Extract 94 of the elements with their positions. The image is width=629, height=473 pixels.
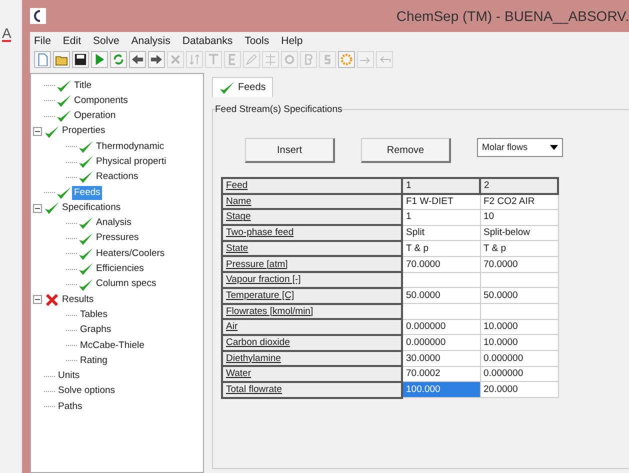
- row-label: Pressure [atm]: [222, 256, 402, 272]
- save-icon: [74, 53, 87, 66]
- sort-icon: [188, 53, 201, 66]
- save-button[interactable]: [72, 51, 89, 68]
- column-header: 2: [480, 178, 558, 194]
- o-icon: [283, 53, 296, 66]
- tree-item[interactable]: Units: [56, 369, 82, 384]
- tree-item[interactable]: Reactions: [94, 170, 140, 185]
- right-arrow-button[interactable]: [148, 51, 165, 68]
- menu-item[interactable]: Help: [281, 34, 303, 47]
- menu-item[interactable]: Solve: [93, 34, 120, 47]
- column-header: 1: [402, 178, 480, 194]
- table-cell[interactable]: 10: [480, 209, 558, 226]
- table-cell[interactable]: 100.000: [402, 382, 480, 398]
- tree-item[interactable]: Paths: [56, 400, 84, 414]
- insert-button[interactable]: Insert: [245, 138, 335, 163]
- tree-item[interactable]: Column specs: [94, 277, 158, 292]
- table-cell[interactable]: Split-below: [480, 225, 558, 241]
- tree-item[interactable]: Analysis: [94, 216, 134, 230]
- table-cell[interactable]: 0.000000: [480, 350, 558, 366]
- left-arrow-button[interactable]: [129, 51, 146, 68]
- column-header: Feed: [222, 178, 402, 194]
- menu-item[interactable]: File: [34, 34, 51, 47]
- table-cell[interactable]: 0.000000: [402, 319, 480, 335]
- menu-item[interactable]: Databanks: [182, 34, 233, 47]
- dropdown-caret-icon: [550, 145, 558, 150]
- table-cell[interactable]: [402, 304, 480, 320]
- table-cell[interactable]: 30.0000: [402, 350, 480, 366]
- pencil-icon: [245, 53, 258, 66]
- table-cell[interactable]: 70.0000: [480, 256, 558, 272]
- tree-item[interactable]: Heaters/Coolers: [94, 246, 167, 262]
- table-cell[interactable]: Split: [402, 225, 480, 241]
- app-icon[interactable]: [30, 8, 46, 24]
- collapse-icon[interactable]: [33, 204, 42, 213]
- b-icon: [302, 53, 315, 66]
- tree-item[interactable]: Thermodynamic: [94, 140, 166, 154]
- open-folder-button[interactable]: [53, 51, 70, 68]
- row-label: Stage: [222, 209, 402, 226]
- check-icon: [219, 80, 235, 94]
- left-arrow-icon: [131, 53, 144, 66]
- collapse-icon[interactable]: [33, 127, 42, 136]
- flow-basis-dropdown[interactable]: Molar flows: [477, 138, 563, 157]
- table-cell[interactable]: 50.0000: [480, 288, 558, 304]
- table-cell[interactable]: [480, 304, 558, 320]
- refresh-button[interactable]: [110, 51, 127, 68]
- tree-item[interactable]: Graphs: [78, 323, 114, 338]
- tab[interactable]: Feeds: [212, 77, 273, 97]
- table-cell[interactable]: 70.0000: [402, 256, 480, 272]
- tree-item[interactable]: Title: [72, 78, 94, 93]
- gear-icon: [340, 53, 353, 66]
- row-label: Air: [222, 319, 402, 335]
- tree-item[interactable]: Physical properti: [94, 155, 168, 170]
- new-document-icon: [36, 53, 49, 66]
- tree-item[interactable]: Specifications: [60, 200, 123, 216]
- table-cell[interactable]: 1: [402, 209, 480, 226]
- tree-item[interactable]: Operation: [72, 109, 118, 124]
- table-cell[interactable]: 10.0000: [480, 334, 558, 351]
- table-cell[interactable]: T & p: [402, 240, 480, 256]
- cross-icon: [169, 53, 182, 66]
- row-label: Two-phase feed: [222, 225, 402, 241]
- remove-button[interactable]: Remove: [361, 138, 451, 163]
- table-cell[interactable]: [402, 272, 480, 288]
- refresh-icon: [112, 53, 125, 66]
- table-cell[interactable]: 10.0000: [480, 319, 558, 335]
- tree-item[interactable]: Solve options: [56, 384, 118, 399]
- t-icon: [207, 53, 220, 66]
- menu-item[interactable]: Analysis: [131, 34, 170, 47]
- table-cell[interactable]: 0.000000: [402, 334, 480, 351]
- window-title: ChemSep (TM) - BUENA__ABSORV.: [396, 6, 629, 26]
- right-arrow-icon: [150, 53, 163, 66]
- gear-button[interactable]: [338, 51, 355, 68]
- tree-item[interactable]: McCabe-Thiele: [78, 338, 146, 353]
- tree-item[interactable]: Tables: [78, 308, 110, 322]
- tree-item[interactable]: Rating: [78, 354, 110, 368]
- menu-item[interactable]: Edit: [62, 34, 82, 47]
- tree-item[interactable]: Results: [60, 292, 96, 307]
- tree-item[interactable]: Properties: [60, 124, 108, 139]
- play-icon: [93, 53, 106, 66]
- background-window-text: A: [2, 26, 12, 42]
- table-cell[interactable]: 50.0000: [402, 288, 480, 304]
- tree-item[interactable]: Components: [72, 94, 130, 108]
- table-cell[interactable]: 20.0000: [480, 382, 558, 398]
- menu-item[interactable]: Tools: [244, 34, 270, 47]
- new-document-button[interactable]: [34, 51, 51, 68]
- row-label: Water: [222, 366, 402, 382]
- table-cell[interactable]: [480, 272, 558, 288]
- table-cell[interactable]: T & p: [480, 240, 558, 256]
- tree-item[interactable]: Pressures: [94, 231, 141, 246]
- table-cell[interactable]: 70.0002: [402, 366, 480, 382]
- table-cell[interactable]: 0.000000: [480, 366, 558, 382]
- split-icon: [264, 53, 277, 66]
- collapse-icon[interactable]: [33, 295, 42, 304]
- tree-item[interactable]: Efficiencies: [94, 262, 146, 276]
- row-label: Vapour fraction [-]: [222, 272, 402, 288]
